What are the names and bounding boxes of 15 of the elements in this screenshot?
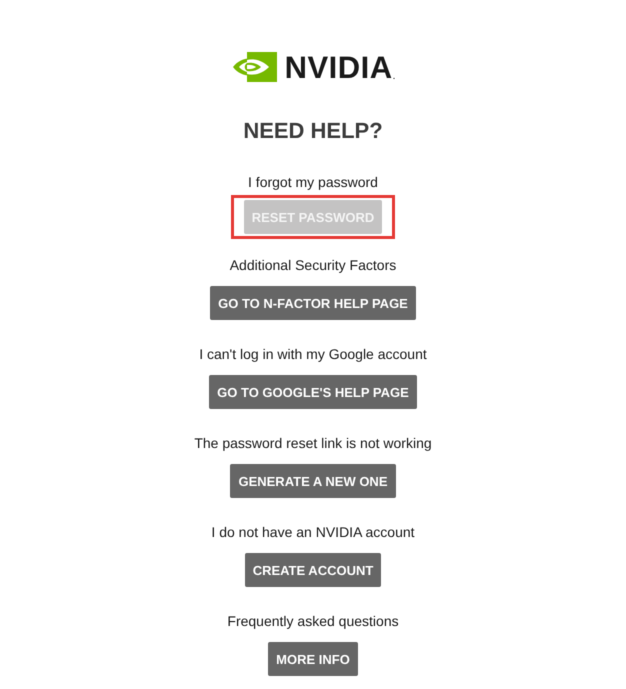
help-prompt: Additional Security Factors — [230, 256, 396, 274]
help-button[interactable]: GO TO N-FACTOR HELP PAGE — [210, 286, 416, 320]
help-prompt: I do not have an NVIDIA account — [211, 523, 415, 541]
help-button[interactable]: MORE INFO — [268, 642, 358, 676]
help-prompt: I can't log in with my Google account — [199, 345, 427, 363]
eye-logo-icon — [230, 52, 277, 82]
help-button[interactable]: GENERATE A NEW ONE — [230, 464, 396, 498]
logo-mark: . — [392, 72, 396, 82]
help-button[interactable]: CREATE ACCOUNT — [244, 553, 382, 587]
logo-wordmark: NVIDIA — [284, 54, 393, 82]
help-button[interactable]: GO TO GOOGLE'S HELP PAGE — [209, 375, 417, 409]
help-prompt: I forgot my password — [248, 173, 378, 191]
page-title: NEED HELP? — [243, 117, 383, 145]
help-prompt: The password reset link is not working — [194, 434, 432, 452]
help-prompt: Frequently asked questions — [227, 612, 399, 630]
